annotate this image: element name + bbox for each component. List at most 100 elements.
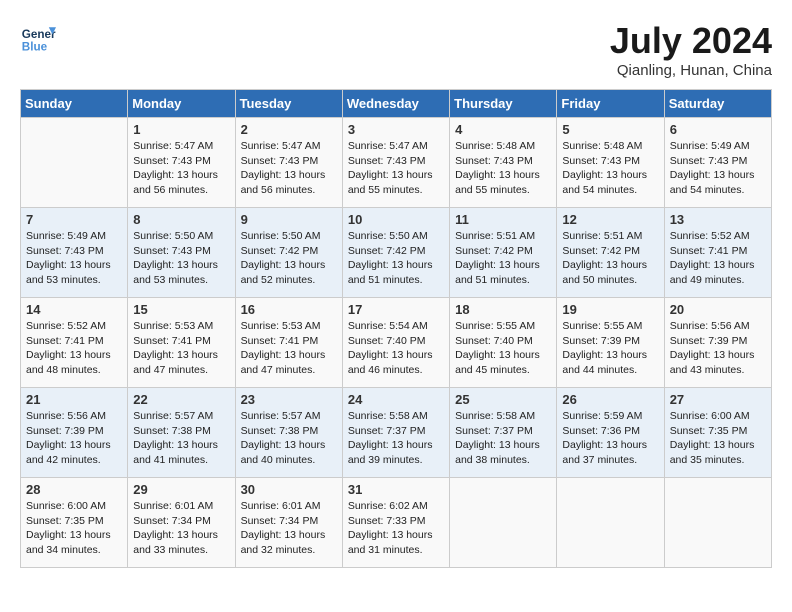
calendar-cell: 12 Sunrise: 5:51 AMSunset: 7:42 PMDayligh… (557, 208, 664, 298)
cell-sunrise: Sunrise: 5:52 AMSunset: 7:41 PMDaylight:… (26, 320, 111, 376)
cell-sunrise: Sunrise: 5:49 AMSunset: 7:43 PMDaylight:… (670, 140, 755, 196)
calendar-week-row: 1 Sunrise: 5:47 AMSunset: 7:43 PMDaylight… (21, 118, 772, 208)
day-number: 17 (348, 302, 444, 317)
day-number: 4 (455, 122, 551, 137)
calendar-cell: 6 Sunrise: 5:49 AMSunset: 7:43 PMDaylight… (664, 118, 771, 208)
cell-sunrise: Sunrise: 5:50 AMSunset: 7:43 PMDaylight:… (133, 230, 218, 286)
cell-sunrise: Sunrise: 5:56 AMSunset: 7:39 PMDaylight:… (26, 410, 111, 466)
day-number: 15 (133, 302, 229, 317)
day-number: 22 (133, 392, 229, 407)
calendar-cell (664, 478, 771, 568)
calendar-cell (450, 478, 557, 568)
calendar-cell: 31 Sunrise: 6:02 AMSunset: 7:33 PMDayligh… (342, 478, 449, 568)
calendar-cell: 28 Sunrise: 6:00 AMSunset: 7:35 PMDayligh… (21, 478, 128, 568)
calendar-cell: 3 Sunrise: 5:47 AMSunset: 7:43 PMDaylight… (342, 118, 449, 208)
day-number: 11 (455, 212, 551, 227)
day-number: 24 (348, 392, 444, 407)
calendar-cell: 13 Sunrise: 5:52 AMSunset: 7:41 PMDayligh… (664, 208, 771, 298)
day-number: 19 (562, 302, 658, 317)
cell-sunrise: Sunrise: 5:59 AMSunset: 7:36 PMDaylight:… (562, 410, 647, 466)
cell-sunrise: Sunrise: 5:48 AMSunset: 7:43 PMDaylight:… (455, 140, 540, 196)
calendar-cell: 25Sunrise: 5:58 AMSunset: 7:37 PMDayligh… (450, 388, 557, 478)
cell-sunrise: Sunrise: 5:54 AMSunset: 7:40 PMDaylight:… (348, 320, 433, 376)
calendar-cell: 19 Sunrise: 5:55 AMSunset: 7:39 PMDayligh… (557, 298, 664, 388)
weekday-header-cell: Friday (557, 90, 664, 118)
calendar-table: SundayMondayTuesdayWednesdayThursdayFrid… (20, 89, 772, 568)
calendar-cell: 8 Sunrise: 5:50 AMSunset: 7:43 PMDaylight… (128, 208, 235, 298)
calendar-cell: 5Sunrise: 5:48 AMSunset: 7:43 PMDaylight… (557, 118, 664, 208)
cell-sunrise: Sunrise: 5:53 AMSunset: 7:41 PMDaylight:… (241, 320, 326, 376)
day-number: 31 (348, 482, 444, 497)
weekday-header-cell: Wednesday (342, 90, 449, 118)
calendar-cell: 17 Sunrise: 5:54 AMSunset: 7:40 PMDayligh… (342, 298, 449, 388)
day-number: 1 (133, 122, 229, 137)
day-number: 26 (562, 392, 658, 407)
logo: General Blue (20, 20, 56, 56)
day-number: 6 (670, 122, 766, 137)
calendar-cell: 10 Sunrise: 5:50 AMSunset: 7:42 PMDayligh… (342, 208, 449, 298)
cell-sunrise: Sunrise: 5:47 AMSunset: 7:43 PMDaylight:… (348, 140, 433, 196)
cell-sunrise: Sunrise: 5:58 AMSunset: 7:37 PMDaylight:… (455, 410, 540, 466)
weekday-header-cell: Monday (128, 90, 235, 118)
cell-sunrise: Sunrise: 5:55 AMSunset: 7:39 PMDaylight:… (562, 320, 647, 376)
day-number: 13 (670, 212, 766, 227)
calendar-body: 1 Sunrise: 5:47 AMSunset: 7:43 PMDaylight… (21, 118, 772, 568)
weekday-header-cell: Sunday (21, 90, 128, 118)
cell-sunrise: Sunrise: 6:00 AMSunset: 7:35 PMDaylight:… (26, 500, 111, 556)
calendar-week-row: 21 Sunrise: 5:56 AMSunset: 7:39 PMDayligh… (21, 388, 772, 478)
page-header: General Blue July 2024 Qianling, Hunan, … (20, 20, 772, 79)
cell-sunrise: Sunrise: 5:47 AMSunset: 7:43 PMDaylight:… (133, 140, 218, 196)
day-number: 14 (26, 302, 122, 317)
cell-sunrise: Sunrise: 5:52 AMSunset: 7:41 PMDaylight:… (670, 230, 755, 286)
calendar-cell: 7Sunrise: 5:49 AMSunset: 7:43 PMDaylight… (21, 208, 128, 298)
calendar-cell: 15 Sunrise: 5:53 AMSunset: 7:41 PMDayligh… (128, 298, 235, 388)
location: Qianling, Hunan, China (610, 62, 772, 79)
cell-sunrise: Sunrise: 6:01 AMSunset: 7:34 PMDaylight:… (241, 500, 326, 556)
day-number: 20 (670, 302, 766, 317)
day-number: 28 (26, 482, 122, 497)
calendar-cell: 1 Sunrise: 5:47 AMSunset: 7:43 PMDaylight… (128, 118, 235, 208)
cell-sunrise: Sunrise: 6:02 AMSunset: 7:33 PMDaylight:… (348, 500, 433, 556)
cell-sunrise: Sunrise: 5:51 AMSunset: 7:42 PMDaylight:… (455, 230, 540, 286)
cell-sunrise: Sunrise: 5:50 AMSunset: 7:42 PMDaylight:… (241, 230, 326, 286)
day-number: 23 (241, 392, 337, 407)
cell-sunrise: Sunrise: 5:57 AMSunset: 7:38 PMDaylight:… (241, 410, 326, 466)
day-number: 18 (455, 302, 551, 317)
cell-sunrise: Sunrise: 5:56 AMSunset: 7:39 PMDaylight:… (670, 320, 755, 376)
cell-sunrise: Sunrise: 5:58 AMSunset: 7:37 PMDaylight:… (348, 410, 433, 466)
calendar-cell (557, 478, 664, 568)
cell-sunrise: Sunrise: 5:57 AMSunset: 7:38 PMDaylight:… (133, 410, 218, 466)
calendar-cell: 18 Sunrise: 5:55 AMSunset: 7:40 PMDayligh… (450, 298, 557, 388)
day-number: 30 (241, 482, 337, 497)
day-number: 29 (133, 482, 229, 497)
day-number: 7 (26, 212, 122, 227)
day-number: 16 (241, 302, 337, 317)
day-number: 5 (562, 122, 658, 137)
day-number: 8 (133, 212, 229, 227)
weekday-header-cell: Thursday (450, 90, 557, 118)
cell-sunrise: Sunrise: 5:47 AMSunset: 7:43 PMDaylight:… (241, 140, 326, 196)
cell-sunrise: Sunrise: 5:51 AMSunset: 7:42 PMDaylight:… (562, 230, 647, 286)
calendar-cell: 11 Sunrise: 5:51 AMSunset: 7:42 PMDayligh… (450, 208, 557, 298)
day-number: 3 (348, 122, 444, 137)
calendar-cell: 27 Sunrise: 6:00 AMSunset: 7:35 PMDayligh… (664, 388, 771, 478)
logo-icon: General Blue (20, 20, 56, 56)
cell-sunrise: Sunrise: 6:00 AMSunset: 7:35 PMDaylight:… (670, 410, 755, 466)
day-number: 27 (670, 392, 766, 407)
calendar-cell: 29Sunrise: 6:01 AMSunset: 7:34 PMDayligh… (128, 478, 235, 568)
calendar-cell: 20 Sunrise: 5:56 AMSunset: 7:39 PMDayligh… (664, 298, 771, 388)
day-number: 21 (26, 392, 122, 407)
cell-sunrise: Sunrise: 5:50 AMSunset: 7:42 PMDaylight:… (348, 230, 433, 286)
weekday-header-row: SundayMondayTuesdayWednesdayThursdayFrid… (21, 90, 772, 118)
day-number: 12 (562, 212, 658, 227)
cell-sunrise: Sunrise: 5:55 AMSunset: 7:40 PMDaylight:… (455, 320, 540, 376)
day-number: 10 (348, 212, 444, 227)
calendar-cell: 26 Sunrise: 5:59 AMSunset: 7:36 PMDayligh… (557, 388, 664, 478)
calendar-cell (21, 118, 128, 208)
calendar-week-row: 14 Sunrise: 5:52 AMSunset: 7:41 PMDayligh… (21, 298, 772, 388)
calendar-week-row: 28 Sunrise: 6:00 AMSunset: 7:35 PMDayligh… (21, 478, 772, 568)
calendar-cell: 4 Sunrise: 5:48 AMSunset: 7:43 PMDaylight… (450, 118, 557, 208)
cell-sunrise: Sunrise: 5:53 AMSunset: 7:41 PMDaylight:… (133, 320, 218, 376)
calendar-week-row: 7Sunrise: 5:49 AMSunset: 7:43 PMDaylight… (21, 208, 772, 298)
weekday-header-cell: Saturday (664, 90, 771, 118)
